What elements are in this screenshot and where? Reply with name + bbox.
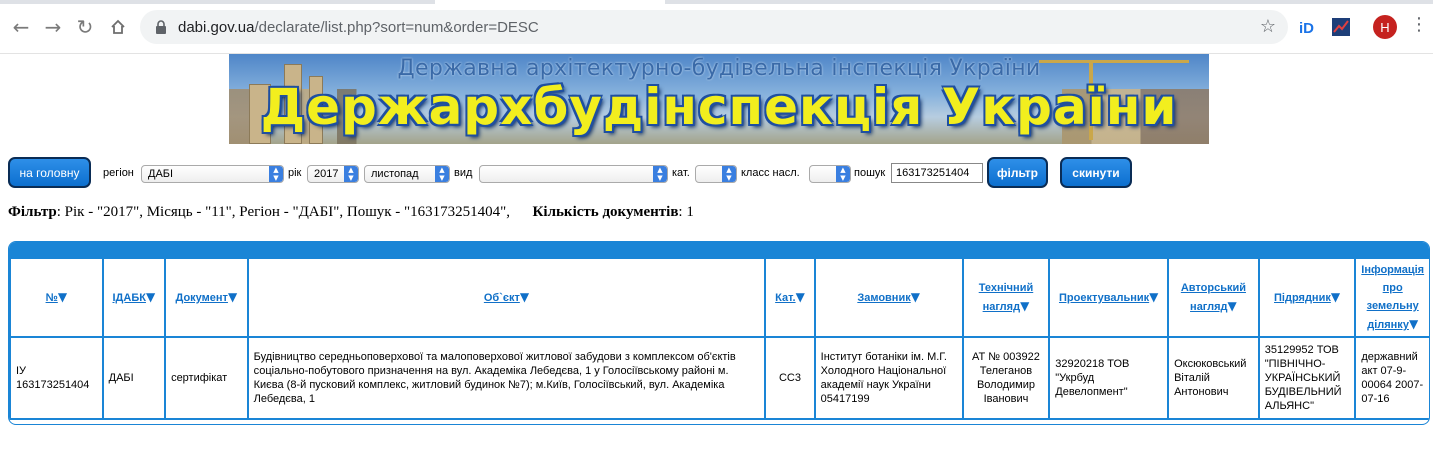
cell-object: Будівництво середньоповерхової та малопо… [248,338,765,418]
browser-toolbar: ← → ↻ dabi.gov.ua/declarate/list.php?sor… [0,0,1433,54]
home-icon-svg [111,19,125,34]
table-row: ІУ 163173251404 ДАБІ сертифікат Будівниц… [11,338,1429,418]
url-text[interactable]: dabi.gov.ua/declarate/list.php?sort=num&… [178,19,539,36]
sort-link-idabk[interactable]: ІДАБК [113,292,146,304]
cell-num: ІУ 163173251404 [11,338,102,418]
cell-customer: Інститут ботаніки ім. М.Г. Холодного Нац… [815,338,962,418]
sort-link-object[interactable]: Об`єкт [484,292,520,304]
profile-avatar[interactable]: H [1373,15,1397,39]
class-select[interactable]: ▲ ▼ [809,165,851,183]
column-header-land-info[interactable]: Інформація про земельну ділянку▼ [1356,259,1429,336]
column-header-idabk[interactable]: ІДАБК▼ [103,259,165,336]
column-header-document[interactable]: Документ▼ [166,259,247,336]
column-header-contractor[interactable]: Підрядник▼ [1259,259,1355,336]
sort-desc-icon[interactable]: ▼ [520,290,529,304]
cell-idabk: ДАБІ [103,338,165,418]
sort-desc-icon[interactable]: ▼ [1228,299,1237,313]
forward-arrow-icon[interactable]: → [40,14,66,40]
select-arrows-icon: ▲ ▼ [435,166,449,182]
type-select[interactable]: ▲ ▼ [479,165,668,183]
table-top-bar [9,242,1429,257]
profile-initial: H [1380,19,1390,35]
select-arrows-icon: ▲ ▼ [653,166,667,182]
home-button[interactable]: на головну [8,157,91,188]
filter-bar: на головну регіон ДАБІ ▲ ▼ рік 2017 ▲ ▼ ли… [8,157,1428,189]
table-header-row: №▼ ІДАБК▼ Документ▼ Об`єкт▼ Кат.▼ Замовн… [11,259,1429,336]
reload-icon[interactable]: ↻ [72,14,98,40]
sort-desc-icon[interactable]: ▼ [796,290,805,304]
column-header-cat[interactable]: Кат.▼ [766,259,814,336]
sort-link-customer[interactable]: Замовник [857,292,910,304]
declarations-table-container: №▼ ІДАБК▼ Документ▼ Об`єкт▼ Кат.▼ Замовн… [8,241,1430,425]
document-count-value: : 1 [678,204,694,220]
site-banner: Державна архітектурно-будівельна інспекц… [229,54,1209,144]
region-label: регіон [103,167,134,179]
region-select[interactable]: ДАБІ ▲ ▼ [141,165,284,183]
active-tab[interactable] [435,0,665,4]
column-header-designer[interactable]: Проектувальник▼ [1050,259,1168,336]
cell-tech-supervision: АТ № 003922 Телеганов Володимир Іванович [963,338,1049,418]
cell-land-info: державний акт 07-9-00064 2007-07-16 [1356,338,1429,418]
sort-link-num[interactable]: № [46,292,58,304]
select-arrows-icon: ▲ ▼ [344,166,358,182]
sort-desc-icon[interactable]: ▼ [911,290,920,304]
sort-desc-icon[interactable]: ▼ [58,290,67,304]
sort-link-contractor[interactable]: Підрядник [1274,292,1331,304]
column-header-author-supervision[interactable]: Авторський нагляд▼ [1169,259,1258,336]
month-select[interactable]: листопад ▲ ▼ [364,165,450,183]
url-path: /declarate/list.php?sort=num&order=DESC [254,18,539,36]
sort-desc-icon[interactable]: ▼ [1331,290,1340,304]
sort-link-cat[interactable]: Кат. [775,292,795,304]
select-arrows-icon: ▲ ▼ [836,166,850,182]
year-label: рік [288,167,302,179]
sort-desc-icon[interactable]: ▼ [1409,317,1418,331]
year-select-value: 2017 [314,168,339,180]
cell-cat: СС3 [766,338,814,418]
cell-contractor: 35129952 ТОВ "ПІВНІЧНО-УКРАЇНСЬКИЙ БУДІВ… [1259,338,1355,418]
sort-desc-icon[interactable]: ▼ [146,290,155,304]
cell-document: сертифікат [166,338,247,418]
select-arrows-icon: ▲ ▼ [269,166,283,182]
sort-link-designer[interactable]: Проектувальник [1059,292,1149,304]
extension-id-icon[interactable]: iD [1298,16,1320,38]
category-label: кат. [672,167,690,179]
filter-summary: Фільтр: Рік - "2017", Місяць - "11", Рег… [8,204,694,221]
search-input[interactable]: 163173251404 [891,163,983,183]
extension-chart-icon[interactable] [1330,16,1352,38]
back-arrow-icon[interactable]: ← [8,14,34,40]
select-arrows-icon: ▲ ▼ [722,166,736,182]
url-host: dabi.gov.ua [178,18,255,36]
tab-strip [0,0,1433,4]
category-select[interactable]: ▲ ▼ [695,165,737,183]
column-header-object[interactable]: Об`єкт▼ [248,259,765,336]
filter-summary-label: Фільтр [8,204,57,220]
year-select[interactable]: 2017 ▲ ▼ [307,165,359,183]
sort-desc-icon[interactable]: ▼ [228,290,237,304]
column-header-num[interactable]: №▼ [11,259,102,336]
sort-desc-icon[interactable]: ▼ [1149,290,1158,304]
month-select-value: листопад [371,168,419,180]
document-count-label: Кількість документів [532,204,679,220]
cell-designer: 32920218 ТОВ "Укрбуд Девелопмент" [1050,338,1168,418]
column-header-customer[interactable]: Замовник▼ [815,259,962,336]
lock-icon[interactable] [152,18,170,36]
sort-link-document[interactable]: Документ [175,292,227,304]
filter-summary-text: : Рік - "2017", Місяць - "11", Регіон - … [56,204,511,220]
address-bar[interactable]: dabi.gov.ua/declarate/list.php?sort=num&… [140,10,1288,44]
home-icon[interactable] [105,14,131,40]
search-label: пошук [854,167,886,179]
declarations-table: №▼ ІДАБК▼ Документ▼ Об`єкт▼ Кат.▼ Замовн… [9,257,1429,420]
sort-desc-icon[interactable]: ▼ [1020,299,1029,313]
banner-title: Держархбудінспекція України [260,78,1178,136]
reset-button[interactable]: скинути [1060,157,1132,188]
filter-button[interactable]: фільтр [987,157,1048,188]
menu-kebab-icon[interactable]: ⋮ [1410,14,1428,35]
type-label: вид [454,167,473,179]
class-label: класс насл. [741,167,800,179]
cell-author-supervision: Оксюковський Віталій Антонович [1169,338,1258,418]
column-header-tech-supervision[interactable]: Технічний нагляд▼ [963,259,1049,336]
bookmark-star-icon[interactable]: ☆ [1260,16,1276,37]
region-select-value: ДАБІ [148,168,174,180]
svg-text:iD: iD [1299,20,1314,36]
